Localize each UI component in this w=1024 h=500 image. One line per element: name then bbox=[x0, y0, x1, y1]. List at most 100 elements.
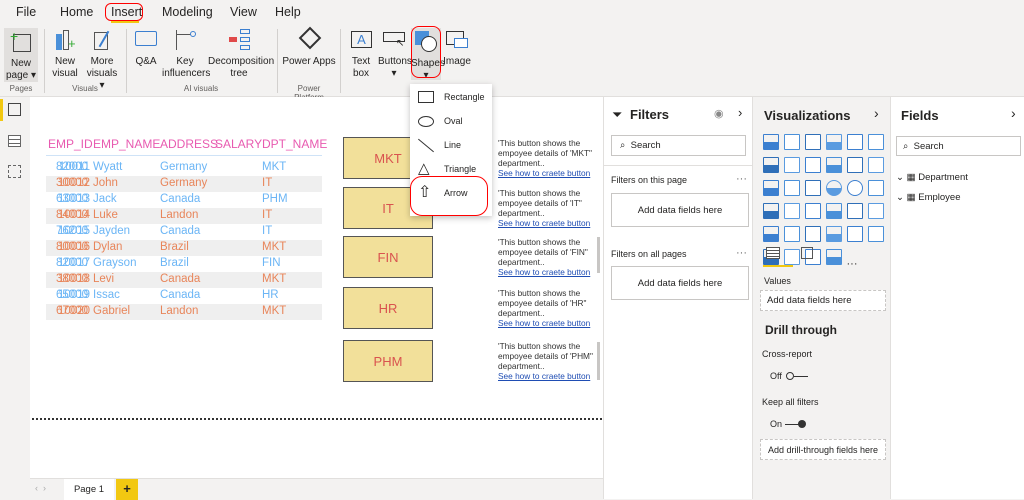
how-to-link[interactable]: See how to craete button bbox=[498, 267, 598, 277]
column-header[interactable]: EMP_ID bbox=[48, 137, 93, 151]
shape-rectangle[interactable]: Rectangle bbox=[410, 85, 492, 109]
area-icon[interactable] bbox=[783, 157, 800, 173]
decomposition-tree-button[interactable]: Decomposition tree bbox=[208, 28, 274, 80]
column-header[interactable]: SALARY bbox=[215, 137, 262, 151]
text-box-button[interactable]: A Text box bbox=[346, 28, 376, 80]
scrollbar[interactable] bbox=[597, 237, 600, 273]
key-influencers-button[interactable]: Key influencers bbox=[162, 28, 210, 80]
format-tab-icon[interactable] bbox=[801, 247, 813, 259]
eye-icon[interactable]: ◉ bbox=[714, 107, 724, 120]
100-bar-icon[interactable] bbox=[846, 134, 863, 150]
power-apps-button[interactable]: Power Apps bbox=[282, 26, 336, 68]
fields-tab-icon[interactable] bbox=[766, 247, 780, 259]
prev-page-icon[interactable]: ‹ › bbox=[35, 483, 46, 493]
values-drop-zone[interactable]: Add data fields here bbox=[760, 290, 886, 311]
table-row[interactable]: 10019 Issac Canada 65000 HR bbox=[46, 288, 322, 304]
cross-report-toggle[interactable] bbox=[786, 371, 808, 381]
pie-icon[interactable] bbox=[825, 180, 842, 196]
more-options-icon[interactable]: ··· bbox=[736, 173, 747, 185]
donut-icon[interactable] bbox=[846, 180, 863, 196]
add-page-button[interactable]: + bbox=[116, 479, 138, 500]
shape-line[interactable]: Line bbox=[410, 133, 492, 157]
power-apps-icon[interactable] bbox=[825, 249, 842, 265]
table-row[interactable]: 10014 Luke Landon 84000 IT bbox=[46, 208, 322, 224]
keep-filters-toggle[interactable] bbox=[785, 419, 807, 429]
table-row[interactable]: 10015 Jayden Canada 76200 IT bbox=[46, 224, 322, 240]
model-view-icon[interactable] bbox=[8, 165, 21, 178]
table-row[interactable]: 10012 John Germany 30000 IT bbox=[46, 176, 322, 192]
line-clustered-icon[interactable] bbox=[846, 157, 863, 173]
table-row[interactable]: 10011 Wyatt Germany 82000 MKT bbox=[46, 160, 322, 176]
image-button[interactable]: Image bbox=[442, 28, 472, 68]
filled-map-icon[interactable] bbox=[783, 203, 800, 219]
line-icon[interactable] bbox=[762, 157, 779, 173]
field-table-department[interactable]: ⌄ ▦ Department bbox=[896, 172, 968, 183]
collapse-fields-icon[interactable]: › bbox=[1011, 105, 1016, 121]
page-filter-drop-zone[interactable]: Add data fields here bbox=[611, 193, 749, 227]
buttons-button[interactable]: ↖ Buttons ▾ bbox=[378, 28, 412, 80]
slicer-icon[interactable] bbox=[762, 226, 779, 242]
scatter-icon[interactable] bbox=[804, 180, 821, 196]
shape-oval[interactable]: Oval bbox=[410, 109, 492, 133]
table-row[interactable]: 10017 Grayson Brazil 82000 FIN bbox=[46, 256, 322, 272]
kpi-icon[interactable] bbox=[867, 203, 884, 219]
ribbon-icon[interactable] bbox=[867, 157, 884, 173]
treemap-icon[interactable] bbox=[867, 180, 884, 196]
column-header[interactable]: EMP_NAME bbox=[93, 137, 160, 151]
dept-button-hr[interactable]: HR bbox=[343, 287, 433, 329]
dept-button-fin[interactable]: FIN bbox=[343, 236, 433, 278]
all-pages-filter-drop-zone[interactable]: Add data fields here bbox=[611, 266, 749, 300]
table-icon[interactable] bbox=[783, 226, 800, 242]
fields-search-input[interactable]: ⌕ Search bbox=[896, 136, 1021, 156]
page-tab-1[interactable]: Page 1 bbox=[64, 479, 114, 500]
100-column-icon[interactable] bbox=[867, 134, 884, 150]
column-header[interactable]: ADDRESS bbox=[160, 137, 218, 151]
collapse-visualizations-icon[interactable]: › bbox=[874, 105, 879, 121]
report-view-icon[interactable] bbox=[8, 103, 21, 116]
tab-modeling[interactable]: Modeling bbox=[162, 5, 213, 19]
funnel-icon[interactable] bbox=[783, 180, 800, 196]
table-row[interactable]: 10020 Gabriel Landon 67000 MKT bbox=[46, 304, 322, 320]
filters-search-input[interactable]: ⌕ Search bbox=[611, 135, 746, 156]
drill-through-drop-zone[interactable]: Add drill-through fields here bbox=[760, 439, 886, 460]
scrollbar[interactable] bbox=[597, 342, 600, 380]
tab-help[interactable]: Help bbox=[275, 5, 301, 19]
how-to-link[interactable]: See how to craete button bbox=[498, 218, 598, 228]
data-view-icon[interactable] bbox=[8, 135, 21, 147]
dept-button-phm[interactable]: PHM bbox=[343, 340, 433, 382]
how-to-link[interactable]: See how to craete button bbox=[498, 371, 598, 381]
new-page-button[interactable]: + New page ▾ bbox=[4, 28, 38, 82]
card-icon[interactable] bbox=[825, 203, 842, 219]
map-icon[interactable] bbox=[762, 203, 779, 219]
qa-button[interactable]: Q&A bbox=[132, 28, 160, 68]
gauge-icon[interactable] bbox=[804, 203, 821, 219]
clustered-bar-icon[interactable] bbox=[804, 134, 821, 150]
multi-row-card-icon[interactable] bbox=[846, 203, 863, 219]
tab-file[interactable]: File bbox=[16, 5, 36, 19]
new-visual-button[interactable]: + New visual bbox=[50, 28, 80, 80]
matrix-icon[interactable] bbox=[804, 226, 821, 242]
more-options-icon[interactable]: ··· bbox=[736, 247, 747, 259]
python-icon[interactable] bbox=[846, 226, 863, 242]
stacked-area-icon[interactable] bbox=[804, 157, 821, 173]
stacked-bar-icon[interactable] bbox=[762, 134, 779, 150]
table-row[interactable]: 10013 Jack Canada 63000 PHM bbox=[46, 192, 322, 208]
qa-icon[interactable] bbox=[783, 249, 800, 265]
line-column-icon[interactable] bbox=[825, 157, 842, 173]
column-header[interactable]: DPT_NAME bbox=[262, 137, 327, 151]
tab-view[interactable]: View bbox=[230, 5, 257, 19]
collapse-filters-icon[interactable]: › bbox=[738, 105, 742, 120]
more-visuals-button[interactable]: More visuals ▾ bbox=[84, 28, 120, 92]
table-row[interactable]: 10018 Levi Canada 38000 MKT bbox=[46, 272, 322, 288]
how-to-link[interactable]: See how to craete button bbox=[498, 168, 598, 178]
key-influencers-icon[interactable] bbox=[867, 226, 884, 242]
r-script-icon[interactable] bbox=[825, 226, 842, 242]
field-table-employee[interactable]: ⌄ ▦ Employee bbox=[896, 192, 960, 203]
how-to-link[interactable]: See how to craete button bbox=[498, 318, 598, 328]
more-visuals-icon[interactable]: ··· bbox=[847, 258, 863, 274]
stacked-column-icon[interactable] bbox=[783, 134, 800, 150]
waterfall-icon[interactable] bbox=[762, 180, 779, 196]
table-row[interactable]: 10016 Dylan Brazil 80000 MKT bbox=[46, 240, 322, 256]
clustered-column-icon[interactable] bbox=[825, 134, 842, 150]
tab-home[interactable]: Home bbox=[60, 5, 93, 19]
